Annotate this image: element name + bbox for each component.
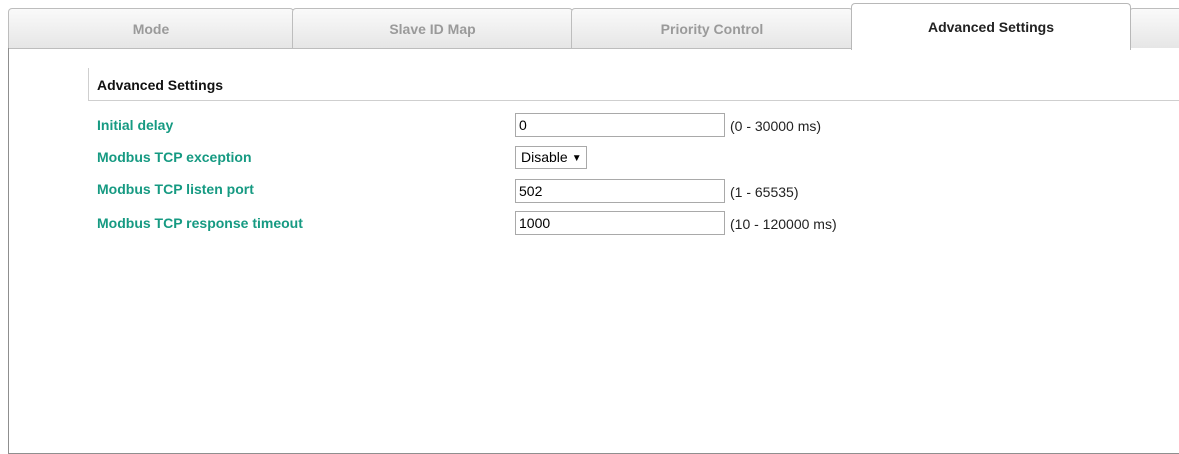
tab-content-panel [8,48,1179,454]
initial-delay-input[interactable] [515,113,725,137]
response-timeout-label: Modbus TCP response timeout [97,215,303,231]
chevron-down-icon: ▼ [571,153,582,164]
initial-delay-range: (0 - 30000 ms) [730,118,822,134]
section-title: Advanced Settings [97,77,224,93]
tab-advanced-settings[interactable]: Advanced Settings [851,3,1131,50]
tab-mode[interactable]: Mode [8,8,294,48]
response-timeout-range: (10 - 120000 ms) [730,216,837,232]
tab-bar: Mode Slave ID Map Priority Control Advan… [8,0,1179,50]
listen-port-range: (1 - 65535) [730,184,799,200]
initial-delay-label: Initial delay [97,117,174,133]
tab-slave-id-map[interactable]: Slave ID Map [292,8,573,48]
tcp-exception-selected-value: Disable [521,149,568,165]
settings-frame: Mode Slave ID Map Priority Control Advan… [8,0,1179,454]
response-timeout-input[interactable] [515,211,725,235]
tcp-exception-select[interactable]: Disable ▼ [515,146,587,169]
listen-port-input[interactable] [515,179,725,203]
tcp-exception-label: Modbus TCP exception [97,149,252,165]
tab-priority-control[interactable]: Priority Control [571,8,853,48]
listen-port-label: Modbus TCP listen port [97,181,254,197]
tab-more[interactable] [1129,8,1179,48]
section-header: Advanced Settings [88,68,1179,101]
